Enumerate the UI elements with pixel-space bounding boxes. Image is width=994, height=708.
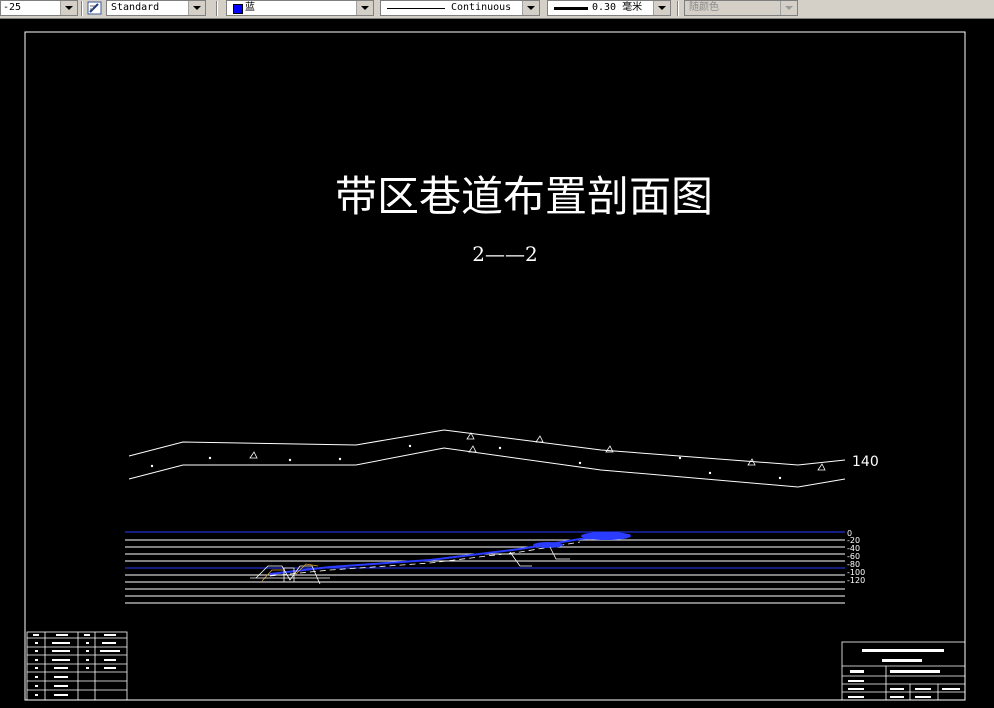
revision-table xyxy=(26,631,128,701)
toolbar-separator xyxy=(677,1,679,16)
toolbar-separator xyxy=(81,1,83,16)
text-style-manager-button[interactable] xyxy=(86,0,104,16)
chevron-down-icon[interactable] xyxy=(60,1,77,15)
color-control-combo[interactable]: 蓝 xyxy=(226,0,374,16)
chevron-down-icon xyxy=(780,1,797,15)
section-label: 2——2 xyxy=(472,242,537,266)
dimension-style-combo[interactable]: -25 xyxy=(0,0,78,16)
lineweight-value: 0.30 毫米 xyxy=(592,2,643,13)
strata-hatch xyxy=(150,432,826,480)
chevron-down-icon[interactable] xyxy=(356,1,373,15)
surface-strata xyxy=(128,429,846,488)
sheet-border xyxy=(24,31,966,701)
plot-style-value: 随颜色 xyxy=(689,2,719,13)
elevation-label: 140 xyxy=(852,454,879,470)
linetype-value: Continuous xyxy=(451,2,512,13)
properties-toolbar: -25 Standard 蓝 Continuous 0.30 毫米 随颜色 xyxy=(0,0,994,19)
level-lines xyxy=(125,531,845,604)
text-style-value: Standard xyxy=(111,2,160,13)
dimension-style-value: -25 xyxy=(3,2,22,13)
linetype-preview xyxy=(387,8,445,9)
depth-label: -120 xyxy=(847,576,865,585)
color-swatch xyxy=(233,4,243,14)
linetype-control-combo[interactable]: Continuous xyxy=(380,0,540,16)
text-style-combo[interactable]: Standard xyxy=(106,0,206,16)
drawing-title: 带区巷道布置剖面图 xyxy=(335,172,713,221)
chevron-down-icon[interactable] xyxy=(522,1,539,15)
drawing-canvas[interactable]: 带区巷道布置剖面图 2——2 140 0 -20 -40 -60 -80 -10… xyxy=(0,18,994,708)
color-value: 蓝 xyxy=(245,2,255,13)
lineweight-control-combo[interactable]: 0.30 毫米 xyxy=(547,0,671,16)
title-block xyxy=(841,641,966,701)
toolbar-separator xyxy=(216,1,218,16)
text-style-icon xyxy=(87,1,102,15)
chevron-down-icon[interactable] xyxy=(188,1,205,15)
plot-style-combo: 随颜色 xyxy=(684,0,798,16)
chevron-down-icon[interactable] xyxy=(653,1,670,15)
depth-labels: 0 -20 -40 -60 -80 -100 -120 xyxy=(847,529,865,585)
lineweight-preview xyxy=(554,7,588,10)
